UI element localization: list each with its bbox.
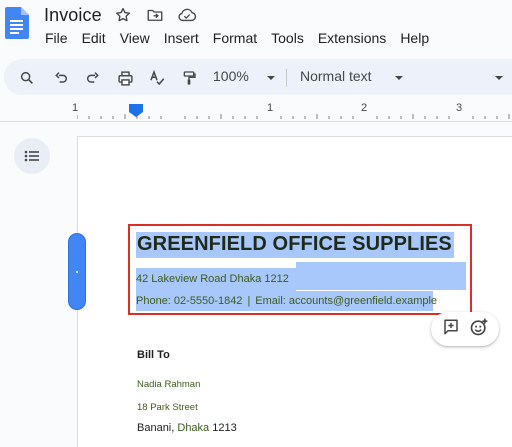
- docs-logo-icon[interactable]: [5, 7, 29, 39]
- cloud-status-icon[interactable]: [176, 4, 198, 26]
- toolbar: 100% Normal text: [4, 59, 512, 95]
- ruler-mark: 1: [72, 102, 79, 114]
- ruler-mark: 3: [456, 102, 463, 114]
- side-panel-handle[interactable]: [68, 233, 86, 310]
- indent-marker-icon: [129, 107, 143, 117]
- zoom-value[interactable]: 100%: [213, 68, 249, 84]
- selection-outline: [128, 224, 472, 315]
- ruler-mark: 2: [361, 102, 368, 114]
- add-emoji-reaction-icon[interactable]: [469, 317, 489, 342]
- add-comment-icon[interactable]: [442, 318, 460, 341]
- list-icon: [24, 150, 39, 162]
- undo-icon[interactable]: [50, 67, 72, 89]
- document-title[interactable]: Invoice: [44, 5, 102, 26]
- spellcheck-icon[interactable]: [146, 67, 168, 89]
- menu-edit[interactable]: Edit: [82, 29, 114, 48]
- paragraph-style-dropdown-icon[interactable]: [388, 67, 410, 89]
- search-icon[interactable]: [16, 67, 38, 89]
- ruler-mark: 1: [267, 102, 274, 114]
- move-to-folder-icon[interactable]: [144, 4, 166, 26]
- menu-tools[interactable]: Tools: [271, 29, 312, 48]
- document-outline-button[interactable]: [14, 138, 50, 174]
- bill-to-name[interactable]: Nadia Rahman: [137, 379, 200, 390]
- menu-file[interactable]: File: [45, 29, 76, 48]
- paint-format-icon[interactable]: [178, 67, 200, 89]
- menu-format[interactable]: Format: [213, 29, 265, 48]
- bill-to-area[interactable]: Banani, Dhaka 1213: [137, 422, 237, 434]
- zoom-dropdown-icon[interactable]: [260, 67, 282, 89]
- bill-to-zip: 1213: [209, 422, 237, 434]
- font-dropdown-icon[interactable]: [488, 67, 510, 89]
- print-icon[interactable]: [114, 67, 136, 89]
- paragraph-style-value[interactable]: Normal text: [300, 68, 372, 84]
- toolbar-divider: [286, 69, 287, 87]
- menu-help[interactable]: Help: [400, 29, 437, 48]
- menu-view[interactable]: View: [120, 29, 158, 48]
- ruler[interactable]: 1 1 2 3: [72, 102, 512, 120]
- menu-extensions[interactable]: Extensions: [318, 29, 394, 48]
- bill-to-city: Dhaka: [177, 422, 210, 434]
- bill-to-heading[interactable]: Bill To: [137, 349, 170, 361]
- redo-icon[interactable]: [82, 67, 104, 89]
- floating-action-chip: [431, 312, 499, 346]
- title-row: Invoice: [44, 4, 198, 26]
- ruler-divider: [0, 121, 512, 122]
- star-icon[interactable]: [112, 4, 134, 26]
- docs-window: Invoice File Edit View Insert Format Too…: [0, 0, 512, 447]
- menu-bar: File Edit View Insert Format Tools Exten…: [45, 29, 443, 48]
- bill-to-locality: Banani,: [137, 422, 178, 434]
- bill-to-street[interactable]: 18 Park Street: [137, 402, 198, 413]
- menu-insert[interactable]: Insert: [164, 29, 207, 48]
